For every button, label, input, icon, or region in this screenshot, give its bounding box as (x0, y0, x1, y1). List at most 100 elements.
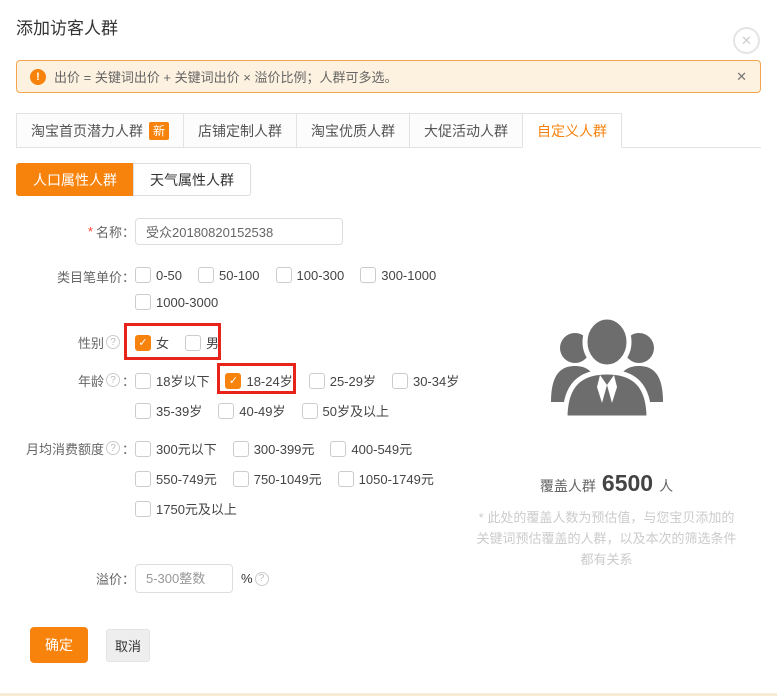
checkbox-age-40-49[interactable]: 40-49岁 (218, 401, 286, 420)
checkbox-spend-1050-1749[interactable]: 1050-1749元 (337, 469, 434, 488)
banner-text: 出价 = 关键词出价 + 关键词出价 × 溢价比例；人群可多选。 (54, 70, 398, 85)
tab-custom-audience[interactable]: 自定义人群 (522, 113, 623, 148)
close-icon: ✕ (741, 32, 752, 48)
checkbox-icon (330, 440, 347, 457)
banner-close-icon[interactable]: ✕ (736, 69, 747, 85)
percent-unit: % (241, 571, 253, 586)
checkbox-age-25-29[interactable]: 25-29岁 (308, 371, 376, 390)
checkbox-icon (308, 372, 325, 389)
audience-form: * 名称 ： 类目笔单价 ： 0-50 (16, 218, 459, 663)
checkbox-spend-1750-plus[interactable]: 1750元及以上 (135, 499, 237, 518)
bid-info-banner: ! 出价 = 关键词出价 + 关键词出价 × 溢价比例；人群可多选。 ✕ (16, 60, 761, 93)
checkbox-age-18-24[interactable]: 18-24岁 (225, 371, 293, 390)
subtab-label: 人口属性人群 (33, 171, 117, 188)
checkbox-spend-550-749[interactable]: 550-749元 (135, 469, 217, 488)
cancel-button[interactable]: 取消 (106, 628, 151, 662)
checkbox-icon (135, 402, 151, 419)
premium-label: 溢价 ： (95, 572, 135, 587)
checkbox-icon (198, 267, 215, 283)
checkbox-price-300-1000[interactable]: 300-1000 (360, 267, 436, 283)
dialog-close-button[interactable]: ✕ (733, 27, 760, 54)
price-range-row: 类目笔单价 ： 0-50 50-100 100-300 300-1000 100… (16, 267, 452, 310)
checkbox-icon (391, 372, 408, 389)
coverage-count: 覆盖人群 6500 人 (540, 470, 673, 497)
checkbox-checked-icon (135, 334, 151, 351)
checkbox-icon (232, 470, 249, 487)
subtab-label: 天气属性人群 (150, 171, 234, 188)
custom-audience-subtabs: 人口属性人群 天气属性人群 (16, 163, 761, 196)
tab-label: 淘宝首页潜力人群 (31, 122, 143, 139)
checkbox-price-0-50[interactable]: 0-50 (135, 267, 182, 283)
name-row: * 名称 ： (16, 218, 452, 245)
checkbox-icon (135, 372, 151, 389)
checkbox-age-under-18[interactable]: 18岁以下 (135, 371, 209, 390)
dialog-body: * 名称 ： 类目笔单价 ： 0-50 (0, 218, 777, 663)
checkbox-icon (218, 402, 235, 419)
coverage-label: 覆盖人群 (539, 478, 596, 494)
checkbox-age-35-39[interactable]: 35-39岁 (135, 401, 202, 420)
help-icon[interactable]: ? (105, 441, 120, 455)
new-badge: 新 (149, 121, 170, 140)
gender-label: 性别 ? ： (77, 335, 135, 351)
checkbox-icon (337, 470, 354, 487)
help-icon[interactable]: ? (105, 335, 120, 349)
checkbox-icon (135, 500, 151, 517)
checkbox-icon (135, 294, 151, 310)
audience-tabs: 淘宝首页潜力人群 新 店铺定制人群 淘宝优质人群 大促活动人群 自定义人群 (16, 113, 761, 148)
tab-promo-activity[interactable]: 大促活动人群 (409, 113, 524, 147)
checkbox-icon (135, 440, 151, 457)
checkbox-spend-400-549[interactable]: 400-549元 (330, 439, 412, 458)
checkbox-icon (135, 267, 151, 283)
help-icon[interactable]: ? (254, 571, 269, 586)
premium-input[interactable] (135, 564, 233, 593)
help-icon[interactable]: ? (105, 373, 120, 387)
subtab-demographic[interactable]: 人口属性人群 (16, 163, 134, 196)
checkbox-age-50-plus[interactable]: 50岁及以上 (301, 401, 389, 420)
checkbox-spend-300-399[interactable]: 300-399元 (232, 439, 314, 458)
alert-exclamation-icon: ! (30, 68, 46, 85)
checkbox-icon (135, 470, 151, 487)
page-title: 添加访客人群 (16, 19, 118, 38)
checkbox-price-1000-3000[interactable]: 1000-3000 (135, 294, 218, 310)
checkbox-icon (275, 267, 292, 283)
tab-label: 大促活动人群 (424, 122, 509, 139)
checkbox-checked-icon (225, 372, 242, 389)
gender-options-group: 女 男 (124, 323, 235, 360)
age-18-24-annotated-wrap: 18-24岁 (217, 363, 308, 394)
confirm-button[interactable]: 确定 (30, 627, 88, 663)
checkbox-spend-under-300[interactable]: 300元以下 (135, 439, 217, 458)
required-mark: * (87, 224, 93, 239)
price-range-label: 类目笔单价 ： (56, 269, 135, 285)
age-label: 年龄 ? ： (77, 373, 135, 389)
checkbox-price-100-300[interactable]: 100-300 (275, 267, 344, 283)
tab-label: 淘宝优质人群 (311, 122, 396, 139)
tab-label: 店铺定制人群 (198, 122, 283, 139)
checkbox-icon (360, 267, 377, 283)
age-row: 年龄 ? ： 18岁以下 18-24岁 (16, 363, 459, 420)
name-label: * 名称 ： (87, 224, 135, 240)
name-input[interactable] (135, 218, 343, 245)
dialog-actions: 确定 取消 (30, 627, 452, 663)
tab-shop-custom[interactable]: 店铺定制人群 (183, 113, 298, 147)
spend-label: 月均消费额度 ? ： (25, 441, 135, 457)
checkbox-gender-male[interactable]: 男 (185, 333, 219, 352)
coverage-value: 6500 (601, 470, 654, 496)
tab-label: 自定义人群 (537, 122, 608, 139)
coverage-note: * 此处的覆盖人数为预估值，与您宝贝添加的 关键词预估覆盖的人群，以及本次的筛选… (476, 510, 737, 567)
premium-row: 溢价 ： % ? (16, 564, 452, 593)
tab-taobao-home-potential[interactable]: 淘宝首页潜力人群 新 (16, 113, 185, 147)
coverage-unit: 人 (659, 478, 674, 494)
checkbox-icon (232, 440, 249, 457)
coverage-panel: 覆盖人群 6500 人 * 此处的覆盖人数为预估值，与您宝贝添加的 关键词预估覆… (452, 218, 761, 663)
audience-people-icon (550, 314, 663, 421)
checkbox-age-30-34[interactable]: 30-34岁 (391, 371, 459, 390)
checkbox-price-50-100[interactable]: 50-100 (198, 267, 260, 283)
checkbox-gender-female[interactable]: 女 (135, 333, 169, 352)
checkbox-spend-750-1049[interactable]: 750-1049元 (232, 469, 322, 488)
checkbox-icon (301, 402, 318, 419)
tab-taobao-quality[interactable]: 淘宝优质人群 (296, 113, 411, 147)
subtab-weather[interactable]: 天气属性人群 (133, 163, 251, 196)
checkbox-icon (185, 334, 202, 351)
spend-row: 月均消费额度 ? ： 300元以下 300-399元 400-549元 550-… (16, 439, 452, 518)
gender-row: 性别 ? ： 女 男 (16, 323, 452, 360)
